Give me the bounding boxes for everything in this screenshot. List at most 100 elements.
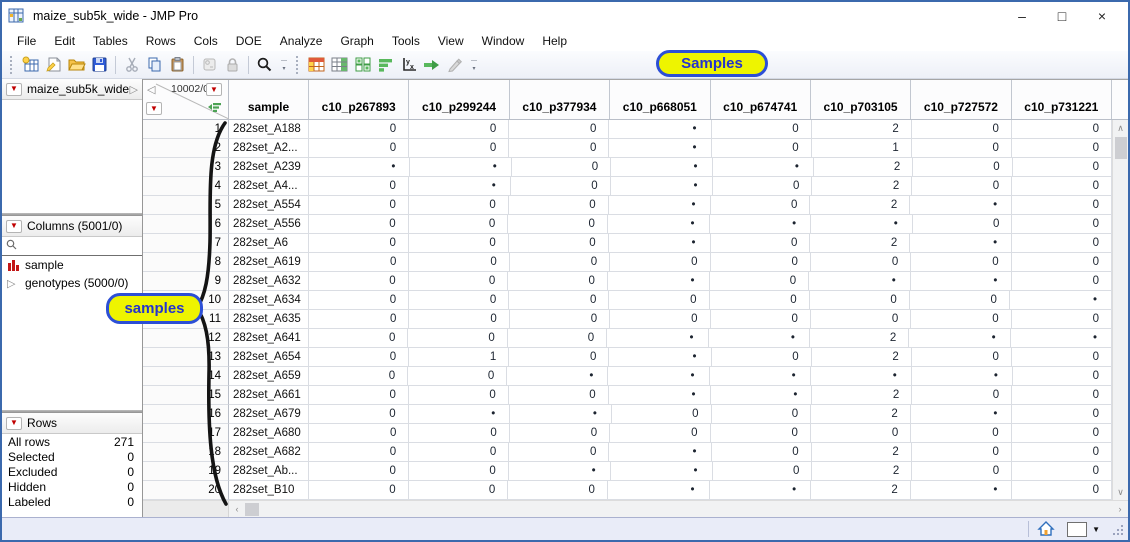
- value-cell[interactable]: 0: [1012, 139, 1112, 158]
- value-cell[interactable]: •: [911, 272, 1013, 291]
- value-cell[interactable]: 0: [309, 196, 409, 215]
- menu-edit[interactable]: Edit: [45, 32, 84, 50]
- value-cell[interactable]: 0: [811, 310, 911, 329]
- value-cell[interactable]: 0: [409, 386, 509, 405]
- resize-grip[interactable]: [1112, 523, 1124, 535]
- row-number-cell[interactable]: 12: [143, 329, 229, 348]
- value-cell[interactable]: 0: [1012, 424, 1112, 443]
- value-cell[interactable]: 0: [610, 253, 710, 272]
- value-cell[interactable]: 0: [1012, 348, 1112, 367]
- value-cell[interactable]: 2: [812, 386, 912, 405]
- value-cell[interactable]: 2: [810, 196, 910, 215]
- value-cell[interactable]: 0: [512, 158, 611, 177]
- value-cell[interactable]: 1: [812, 139, 912, 158]
- value-cell[interactable]: 0: [510, 424, 610, 443]
- value-cell[interactable]: 0: [508, 215, 608, 234]
- scroll-up-icon[interactable]: ∧: [1113, 120, 1129, 136]
- maximize-button[interactable]: □: [1042, 3, 1082, 29]
- value-cell[interactable]: 0: [509, 139, 609, 158]
- value-cell[interactable]: •: [912, 367, 1013, 386]
- value-cell[interactable]: 2: [814, 158, 913, 177]
- column-list-item-sample[interactable]: sample: [2, 256, 142, 274]
- row-number-cell[interactable]: 6: [143, 215, 229, 234]
- value-cell[interactable]: 0: [911, 253, 1011, 272]
- column-list-item-genotypes[interactable]: ▷genotypes (5000/0): [2, 274, 142, 292]
- value-cell[interactable]: 0: [712, 120, 812, 139]
- value-cell[interactable]: 1: [409, 348, 509, 367]
- data-table-icon[interactable]: [306, 55, 327, 74]
- value-cell[interactable]: 0: [912, 120, 1012, 139]
- value-cell[interactable]: 0: [510, 310, 610, 329]
- sample-cell[interactable]: 282set_A2...: [229, 139, 309, 158]
- value-cell[interactable]: 0: [309, 424, 409, 443]
- scroll-right-icon[interactable]: ›: [1112, 501, 1128, 517]
- scroll-left-icon[interactable]: ‹: [229, 501, 245, 517]
- sample-cell[interactable]: 282set_A634: [229, 291, 309, 310]
- value-cell[interactable]: 0: [1012, 272, 1112, 291]
- value-cell[interactable]: •: [909, 329, 1010, 348]
- value-cell[interactable]: 0: [1012, 310, 1112, 329]
- value-cell[interactable]: 0: [409, 196, 509, 215]
- home-icon[interactable]: [1037, 521, 1055, 537]
- sample-cell[interactable]: 282set_A679: [229, 405, 309, 424]
- value-cell[interactable]: 0: [712, 405, 812, 424]
- toolbar-overflow-icon[interactable]: —▾: [471, 57, 477, 73]
- value-cell[interactable]: 2: [812, 120, 912, 139]
- value-cell[interactable]: 0: [913, 158, 1012, 177]
- menu-tools[interactable]: Tools: [383, 32, 429, 50]
- value-cell[interactable]: 0: [1012, 177, 1112, 196]
- value-cell[interactable]: 0: [912, 462, 1012, 481]
- sample-cell[interactable]: 282set_A632: [229, 272, 309, 291]
- value-cell[interactable]: 2: [810, 234, 910, 253]
- paste-icon[interactable]: [167, 55, 188, 74]
- value-cell[interactable]: 0: [1012, 215, 1112, 234]
- graph-builder-icon[interactable]: [375, 55, 396, 74]
- columns-panel-red-triangle-menu[interactable]: ▼: [6, 220, 22, 233]
- row-number-cell[interactable]: 20: [143, 481, 229, 500]
- summary-table-icon[interactable]: [329, 55, 350, 74]
- value-cell[interactable]: 0: [509, 291, 609, 310]
- menu-cols[interactable]: Cols: [185, 32, 227, 50]
- value-cell[interactable]: •: [410, 158, 511, 177]
- column-header-c10_p731221[interactable]: c10_p731221: [1012, 80, 1112, 119]
- value-cell[interactable]: 0: [309, 329, 408, 348]
- value-cell[interactable]: 0: [409, 481, 509, 500]
- menu-tables[interactable]: Tables: [84, 32, 137, 50]
- row-number-cell[interactable]: 3: [143, 158, 229, 177]
- column-header-c10_p727572[interactable]: c10_p727572: [911, 80, 1011, 119]
- value-cell[interactable]: 0: [1012, 234, 1112, 253]
- value-cell[interactable]: 0: [309, 405, 409, 424]
- value-cell[interactable]: 0: [409, 234, 509, 253]
- row-number-cell[interactable]: 15: [143, 386, 229, 405]
- minimize-button[interactable]: –: [1002, 3, 1042, 29]
- value-cell[interactable]: •: [509, 462, 611, 481]
- value-cell[interactable]: 0: [409, 215, 509, 234]
- value-cell[interactable]: 0: [911, 310, 1011, 329]
- sample-cell[interactable]: 282set_A239: [229, 158, 309, 177]
- value-cell[interactable]: •: [510, 405, 612, 424]
- value-cell[interactable]: 0: [309, 386, 409, 405]
- value-cell[interactable]: 0: [913, 215, 1013, 234]
- new-journal-icon[interactable]: [43, 55, 64, 74]
- value-cell[interactable]: •: [710, 215, 812, 234]
- value-cell[interactable]: 0: [711, 310, 811, 329]
- value-cell[interactable]: 0: [610, 424, 710, 443]
- value-cell[interactable]: 0: [811, 253, 911, 272]
- table-panel-expand-icon[interactable]: ▷: [130, 83, 138, 96]
- window-list-box[interactable]: [1067, 522, 1087, 537]
- value-cell[interactable]: 0: [1012, 196, 1112, 215]
- value-cell[interactable]: 0: [713, 177, 813, 196]
- value-cell[interactable]: 0: [912, 348, 1012, 367]
- value-cell[interactable]: •: [608, 272, 710, 291]
- window-list-dropdown[interactable]: ▼: [1067, 522, 1100, 537]
- value-cell[interactable]: •: [609, 348, 711, 367]
- edit-pencil-icon[interactable]: [444, 55, 465, 74]
- value-cell[interactable]: •: [711, 386, 813, 405]
- value-cell[interactable]: 0: [409, 272, 509, 291]
- value-cell[interactable]: 0: [309, 481, 409, 500]
- value-cell[interactable]: •: [409, 177, 511, 196]
- value-cell[interactable]: •: [609, 120, 711, 139]
- value-cell[interactable]: •: [611, 177, 713, 196]
- columns-search-input[interactable]: [2, 237, 142, 256]
- value-cell[interactable]: •: [811, 367, 912, 386]
